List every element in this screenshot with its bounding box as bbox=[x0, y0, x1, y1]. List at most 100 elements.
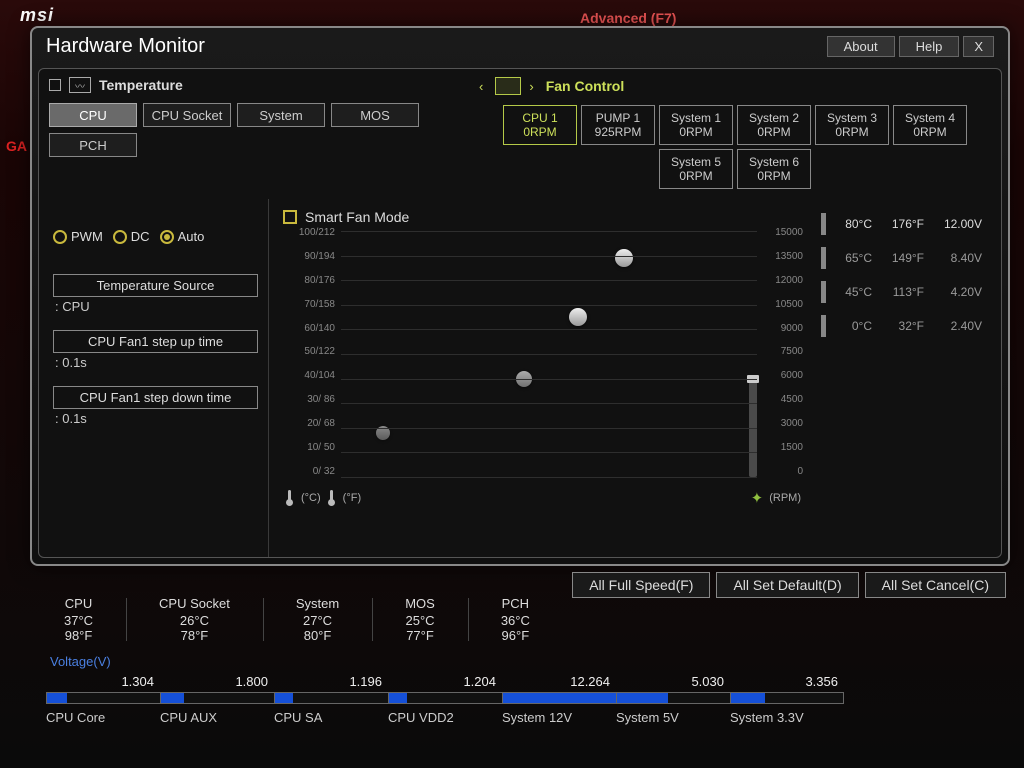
background-text: GA bbox=[6, 138, 27, 154]
y-right-tick: 13500 bbox=[763, 251, 803, 262]
axis-unit-f: (°F) bbox=[343, 492, 361, 504]
y-right-tick: 12000 bbox=[763, 275, 803, 286]
temp-tab-mos[interactable]: MOS bbox=[331, 103, 419, 127]
threshold-row: 80°C176°F12.00V bbox=[821, 213, 985, 235]
y-left-tick: 80/176 bbox=[283, 275, 335, 286]
mode-auto-radio[interactable]: Auto bbox=[160, 229, 205, 244]
temp-reading-pch: PCH36°C96°F bbox=[487, 596, 544, 643]
fan-icon: ✦ bbox=[751, 489, 764, 507]
step-up-time-button[interactable]: CPU Fan1 step up time bbox=[53, 330, 258, 353]
y-left-tick: 40/104 bbox=[283, 370, 335, 381]
y-right-tick: 1500 bbox=[763, 442, 803, 453]
temperature-source-value: : CPU bbox=[53, 297, 258, 324]
temp-tab-system[interactable]: System bbox=[237, 103, 325, 127]
y-left-tick: 90/194 bbox=[283, 251, 335, 262]
temperature-header: Temperature bbox=[99, 77, 183, 93]
fan-chip-system-4[interactable]: System 40RPM bbox=[893, 105, 967, 145]
temp-reading-cpu: CPU37°C98°F bbox=[50, 596, 107, 643]
mode-pwm-radio[interactable]: PWM bbox=[53, 229, 103, 244]
y-right-tick: 6000 bbox=[763, 370, 803, 381]
temperature-summary: CPU37°C98°FCPU Socket26°C78°FSystem27°C8… bbox=[50, 596, 544, 643]
y-left-tick: 60/140 bbox=[283, 323, 335, 334]
y-left-tick: 100/212 bbox=[283, 227, 335, 238]
fan-control-icon bbox=[495, 77, 521, 95]
mode-pwm-label: PWM bbox=[71, 229, 103, 244]
voltage-system-3.3v: 3.356System 3.3V bbox=[730, 692, 844, 725]
titlebar: Hardware Monitor About Help X bbox=[32, 28, 1008, 64]
threshold-bar-icon bbox=[821, 247, 826, 269]
curve-point-4[interactable] bbox=[615, 249, 633, 267]
fan-chip-system-3[interactable]: System 30RPM bbox=[815, 105, 889, 145]
voltage-cpu-vdd2: 1.204CPU VDD2 bbox=[388, 692, 502, 725]
thermometer-f-icon bbox=[327, 490, 337, 506]
brand-logo: msi bbox=[20, 5, 54, 26]
step-down-time-button[interactable]: CPU Fan1 step down time bbox=[53, 386, 258, 409]
y-right-tick: 10500 bbox=[763, 299, 803, 310]
smart-fan-label: Smart Fan Mode bbox=[305, 209, 409, 225]
axis-unit-rpm: (RPM) bbox=[769, 492, 801, 504]
voltage-system-12v: 12.264System 12V bbox=[502, 692, 616, 725]
chevron-right-icon[interactable]: › bbox=[529, 79, 533, 94]
all-full-speed-button[interactable]: All Full Speed(F) bbox=[572, 572, 710, 598]
y-left-tick: 0/ 32 bbox=[283, 466, 335, 477]
mode-auto-label: Auto bbox=[178, 229, 205, 244]
voltage-header: Voltage(V) bbox=[50, 654, 111, 669]
fan-chip-pump-1[interactable]: PUMP 1925RPM bbox=[581, 105, 655, 145]
y-left-tick: 10/ 50 bbox=[283, 442, 335, 453]
fan-curve-area: Smart Fan Mode 100/212 90/194 80/176 70/158… bbox=[269, 199, 811, 557]
curve-point-3[interactable] bbox=[569, 308, 587, 326]
y-right-tick: 3000 bbox=[763, 418, 803, 429]
help-button[interactable]: Help bbox=[899, 36, 960, 57]
step-up-time-value: : 0.1s bbox=[53, 353, 258, 380]
fan-chip-system-2[interactable]: System 20RPM bbox=[737, 105, 811, 145]
fan-control-panel: ‹ › Fan Control CPU 10RPMPUMP 1925RPMSys… bbox=[469, 69, 1001, 189]
voltage-cpu-core: 1.304CPU Core bbox=[46, 692, 160, 725]
about-button[interactable]: About bbox=[827, 36, 895, 57]
chevron-left-icon[interactable]: ‹ bbox=[479, 79, 483, 94]
voltage-panel: 1.304CPU Core1.800CPU AUX1.196CPU SA1.20… bbox=[46, 692, 1004, 725]
mode-dc-radio[interactable]: DC bbox=[113, 229, 150, 244]
threshold-bar-icon bbox=[821, 281, 826, 303]
close-button[interactable]: X bbox=[963, 36, 994, 57]
mode-dc-label: DC bbox=[131, 229, 150, 244]
threshold-bar-icon bbox=[821, 213, 826, 235]
threshold-list: 80°C176°F12.00V 65°C149°F8.40V 45°C113°F4.… bbox=[811, 199, 1001, 557]
window-title: Hardware Monitor bbox=[46, 35, 823, 58]
hardware-monitor-window: Hardware Monitor About Help X 〰 Temperat… bbox=[30, 26, 1010, 566]
fan-settings-sidebar: PWM DC Auto Temperature Source : CPU CPU… bbox=[39, 199, 269, 557]
temp-tab-pch[interactable]: PCH bbox=[49, 133, 137, 157]
fan-chip-system-6[interactable]: System 60RPM bbox=[737, 149, 811, 189]
all-set-cancel-button[interactable]: All Set Cancel(C) bbox=[865, 572, 1006, 598]
threshold-row: 65°C149°F8.40V bbox=[821, 247, 985, 269]
inner-frame: 〰 Temperature CPUCPU SocketSystemMOSPCH … bbox=[38, 68, 1002, 558]
threshold-row: 0°C32°F2.40V bbox=[821, 315, 985, 337]
temp-reading-cpu-socket: CPU Socket26°C78°F bbox=[145, 596, 244, 643]
fan-curve-chart[interactable]: 100/21290/19480/17670/15860/14050/12240/… bbox=[283, 227, 803, 507]
temp-tab-cpu[interactable]: CPU bbox=[49, 103, 137, 127]
axis-unit-c: (°C) bbox=[301, 492, 321, 504]
y-right-tick: 0 bbox=[763, 466, 803, 477]
advanced-mode-label: Advanced (F7) bbox=[580, 10, 676, 26]
temperature-panel: 〰 Temperature CPUCPU SocketSystemMOSPCH bbox=[39, 69, 469, 189]
smart-fan-checkbox[interactable] bbox=[283, 210, 297, 224]
threshold-bar-icon bbox=[821, 315, 826, 337]
y-left-tick: 20/ 68 bbox=[283, 418, 335, 429]
y-right-tick: 7500 bbox=[763, 346, 803, 357]
thermometer-c-icon bbox=[285, 490, 295, 506]
y-left-tick: 70/158 bbox=[283, 299, 335, 310]
y-left-tick: 30/ 86 bbox=[283, 394, 335, 405]
voltage-cpu-sa: 1.196CPU SA bbox=[274, 692, 388, 725]
fan-chip-system-5[interactable]: System 50RPM bbox=[659, 149, 733, 189]
voltage-cpu-aux: 1.800CPU AUX bbox=[160, 692, 274, 725]
collapse-icon[interactable] bbox=[49, 79, 61, 91]
fan-control-header: Fan Control bbox=[546, 78, 625, 94]
temp-reading-mos: MOS25°C77°F bbox=[391, 596, 449, 643]
temperature-source-button[interactable]: Temperature Source bbox=[53, 274, 258, 297]
threshold-row: 45°C113°F4.20V bbox=[821, 281, 985, 303]
temp-tab-cpu-socket[interactable]: CPU Socket bbox=[143, 103, 231, 127]
step-down-time-value: : 0.1s bbox=[53, 409, 258, 436]
fan-chip-cpu-1[interactable]: CPU 10RPM bbox=[503, 105, 577, 145]
y-right-tick: 9000 bbox=[763, 323, 803, 334]
all-set-default-button[interactable]: All Set Default(D) bbox=[716, 572, 858, 598]
fan-chip-system-1[interactable]: System 10RPM bbox=[659, 105, 733, 145]
